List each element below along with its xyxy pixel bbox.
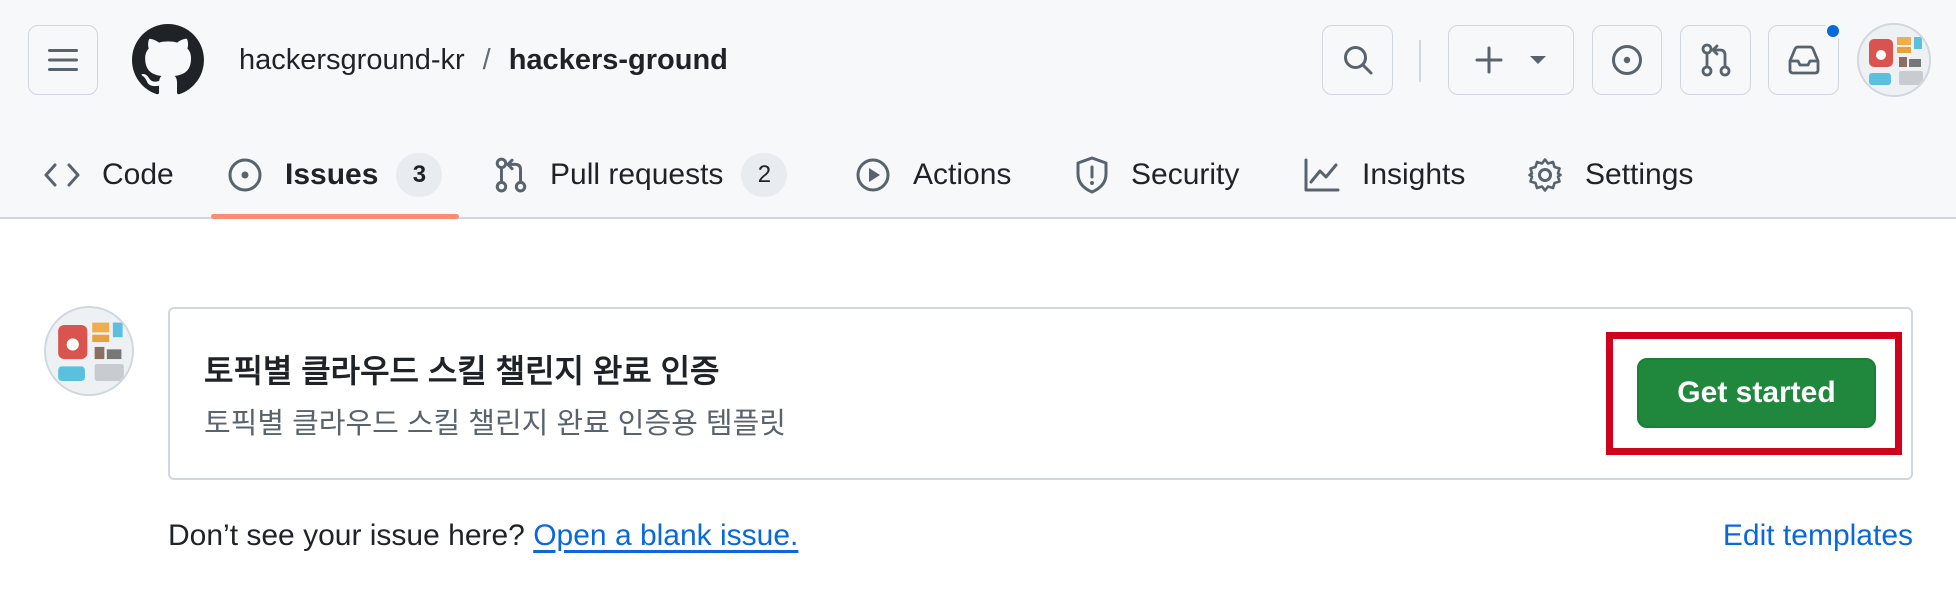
tab-label: Pull requests xyxy=(550,157,724,191)
repo-name-link[interactable]: hackers-ground xyxy=(509,44,728,77)
template-description: 토픽별 클라우드 스킬 챌린지 완료 인증용 템플릿 xyxy=(204,408,786,440)
hamburger-menu-icon xyxy=(48,49,78,71)
user-avatar[interactable] xyxy=(1857,23,1931,97)
tab-code[interactable]: Code xyxy=(44,130,174,219)
tab-label: Actions xyxy=(913,157,1012,191)
avatar-image xyxy=(1859,25,1929,95)
issues-count-badge: 3 xyxy=(396,152,443,197)
pull-requests-count-badge: 2 xyxy=(741,152,788,197)
create-new-button[interactable] xyxy=(1448,25,1574,95)
tab-security[interactable]: Security xyxy=(1075,130,1239,219)
selected-tab-indicator xyxy=(211,214,459,219)
git-pull-request-icon xyxy=(1701,43,1730,77)
play-icon xyxy=(855,157,891,193)
header-divider xyxy=(1419,40,1421,82)
tab-label: Security xyxy=(1131,157,1240,191)
inbox-icon xyxy=(1788,45,1819,75)
code-icon xyxy=(44,162,80,188)
shield-icon xyxy=(1075,156,1109,194)
tab-label: Settings xyxy=(1585,157,1694,191)
tab-insights[interactable]: Insights xyxy=(1304,130,1465,219)
blank-issue-prompt: Don’t see your issue here? Open a blank … xyxy=(168,519,798,553)
org-avatar[interactable] xyxy=(44,306,134,396)
tab-issues[interactable]: Issues 3 xyxy=(227,130,443,219)
tab-actions[interactable]: Actions xyxy=(855,130,1011,219)
avatar-image xyxy=(46,308,132,394)
gear-icon xyxy=(1527,157,1563,193)
github-logo-icon xyxy=(132,24,204,95)
breadcrumb-separator: / xyxy=(482,43,491,76)
notification-indicator xyxy=(1824,22,1842,40)
issue-opened-icon xyxy=(227,157,263,193)
app-header: hackersground-kr / hackers-ground Code I… xyxy=(0,0,1956,219)
search-button[interactable] xyxy=(1322,25,1393,95)
tab-label: Issues xyxy=(285,157,379,191)
repo-owner-link[interactable]: hackersground-kr xyxy=(239,44,465,77)
repo-breadcrumb: hackersground-kr / hackers-ground xyxy=(239,38,728,82)
github-logo-link[interactable] xyxy=(132,24,204,101)
get-started-button[interactable]: Get started xyxy=(1637,358,1876,428)
prompt-text: Don’t see your issue here? xyxy=(168,519,525,552)
template-title: 토픽별 클라우드 스킬 챌린지 완료 인증 xyxy=(204,353,720,389)
tab-label: Code xyxy=(102,157,174,191)
search-icon xyxy=(1343,46,1372,75)
tab-pull-requests[interactable]: Pull requests 2 xyxy=(494,130,788,219)
issue-opened-icon xyxy=(1612,45,1642,75)
open-blank-issue-link[interactable]: Open a blank issue. xyxy=(533,519,798,552)
tab-label: Insights xyxy=(1362,157,1466,191)
plus-icon xyxy=(1475,46,1503,74)
edit-templates-link[interactable]: Edit templates xyxy=(1723,519,1913,553)
issues-button[interactable] xyxy=(1592,25,1662,95)
triangle-down-icon xyxy=(1530,56,1546,64)
graph-icon xyxy=(1304,158,1340,192)
repo-nav-tabs: Code Issues 3 Pull requests 2 Actions Se… xyxy=(0,130,1956,219)
menu-button[interactable] xyxy=(28,25,98,95)
git-pull-request-icon xyxy=(494,157,528,193)
tab-settings[interactable]: Settings xyxy=(1527,130,1693,219)
pull-requests-button[interactable] xyxy=(1680,25,1751,95)
